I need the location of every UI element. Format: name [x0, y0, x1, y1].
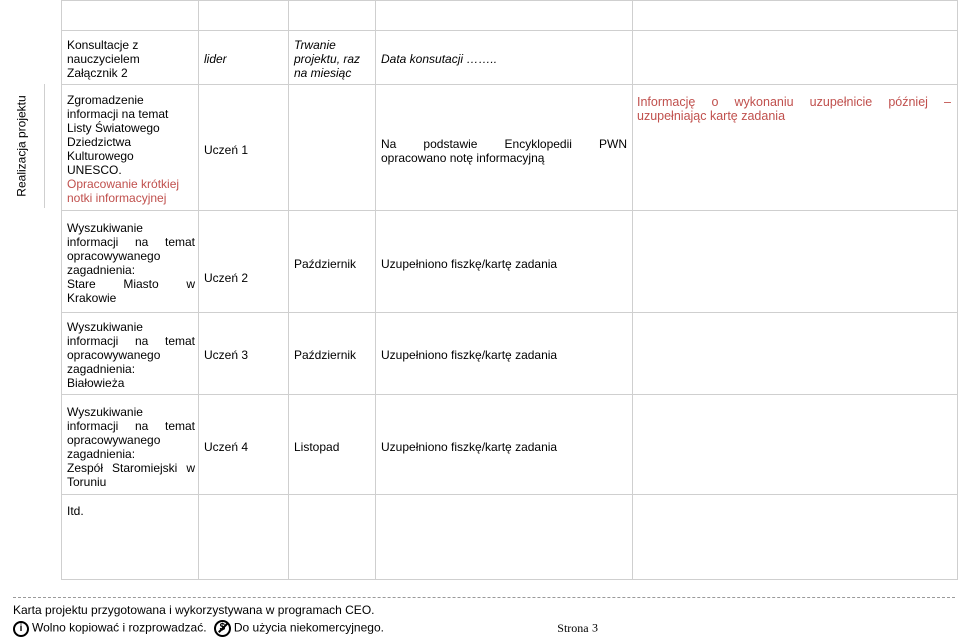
row3-who: Uczeń 3 — [204, 348, 249, 362]
row4-topic-highlight-line: Toruniu — [67, 475, 107, 489]
footer-license: i Wolno kopiować i rozprowadzać. $ Do użyc… — [13, 620, 598, 637]
row1-topic-line: UNESCO. — [67, 163, 122, 177]
header-topic: Konsultacje z nauczycielem Załącznik 2 — [67, 38, 195, 80]
grid-vline — [632, 0, 633, 580]
row1-topic-line: Dziedzictwa — [67, 135, 132, 149]
row1-topic-extra-line: notki informacyjnej — [67, 191, 167, 205]
header-topic-line: nauczycielem — [67, 52, 140, 66]
row3-topic-line: zagadnienia: — [67, 362, 136, 376]
grid-vline — [198, 0, 199, 580]
row2-topic-line: opracowywanego — [67, 249, 161, 263]
grid-hline — [61, 0, 958, 1]
row3-topic-line: Wyszukiwanie — [67, 320, 143, 334]
row4-topic-line: informacji na temat — [67, 419, 195, 433]
row1-topic-line: Kulturowego — [67, 149, 134, 163]
header-duration: Trwanie projektu, raz na miesiąc — [294, 38, 374, 80]
row2-who: Uczeń 2 — [204, 271, 249, 285]
license-noncommercial-text: Do użycia niekomercyjnego. — [233, 620, 384, 635]
grid-vline — [61, 0, 62, 580]
row2-month: Październik — [294, 257, 357, 271]
noncommercial-icon: $ — [213, 620, 231, 637]
footer-divider — [13, 597, 955, 598]
grid-hline — [61, 579, 958, 580]
license-copy-text: Wolno kopiować i rozprowadzać. — [32, 620, 207, 635]
row3-topic-highlight-line: Białowieża — [67, 376, 125, 390]
side-label: Realizacja projektu — [15, 95, 30, 197]
grid-hline — [61, 210, 958, 211]
footer-line1: Karta projektu przygotowana i wykorzysty… — [13, 603, 375, 617]
header-result: Data konsutacji …….. — [381, 52, 498, 66]
header-topic-line: Załącznik 2 — [67, 66, 128, 80]
etc-label: Itd. — [67, 504, 84, 518]
grid-hline — [61, 30, 958, 31]
grid-hline — [61, 494, 958, 495]
row1-result-word: Na — [381, 137, 397, 151]
header-topic-line: Konsultacje z — [67, 38, 139, 52]
side-label-cell: Realizacja projektu — [0, 85, 44, 207]
row1-who: Uczeń 1 — [204, 143, 249, 157]
row3-month: Październik — [294, 348, 357, 362]
row1-result-line2: opracowano notę informacyjną — [381, 151, 545, 165]
row1-result-word: Encyklopedii — [504, 137, 572, 151]
row1-result: Na podstawie Encyklopedii PWN opracowano… — [381, 137, 627, 165]
row1-note-line2: uzupełniając kartę zadania — [637, 109, 786, 123]
row1-topic-line: informacji na temat — [67, 107, 169, 121]
grid-vline — [44, 84, 45, 208]
row3-result: Uzupełniono fiszkę/kartę zadania — [381, 348, 558, 362]
row4-topic-line: zagadnienia: — [67, 447, 136, 461]
row3-topic-line: opracowywanego — [67, 348, 161, 362]
row2-topic-highlight-line: Krakowie — [67, 291, 117, 305]
row1-result-line1: Na podstawie Encyklopedii PWN — [381, 137, 627, 151]
row4-who: Uczeń 4 — [204, 440, 249, 454]
row1-topic-line: Listy Światowego — [67, 121, 160, 135]
row1-notes: Informację o wykonaniu uzupełnicie późni… — [637, 95, 951, 123]
row4-topic-line: Wyszukiwanie — [67, 405, 143, 419]
header-who: lider — [204, 52, 227, 66]
row2-topic-line: informacji na temat — [67, 235, 195, 249]
row2-topic-line: zagadnienia: — [67, 263, 136, 277]
grid-hline — [61, 312, 958, 313]
header-duration-line: projektu, raz — [294, 52, 361, 66]
row2-topic-highlight-line: Stare Miasto w — [67, 277, 195, 291]
grid-hline — [61, 84, 958, 85]
row3-topic-line: informacji na temat — [67, 334, 195, 348]
page-number: 3 — [591, 620, 598, 635]
row4-month: Listopad — [294, 440, 340, 454]
row2-topic-line: Wyszukiwanie — [67, 221, 143, 235]
row3-topic: Wyszukiwanie informacji na temat opracow… — [67, 320, 195, 390]
row1-result-word: PWN — [599, 137, 627, 151]
grid-vline — [957, 0, 958, 580]
row1-note-line1: Informację o wykonaniu uzupełnicie późni… — [637, 95, 951, 109]
attribution-icon: i — [13, 620, 29, 637]
grid-hline — [61, 394, 958, 395]
row1-topic-line: Zgromadzenie — [67, 93, 144, 107]
grid-vline — [288, 0, 289, 580]
header-duration-line: na miesiąc — [294, 66, 352, 80]
row1-topic: Zgromadzenie informacji na temat Listy Ś… — [67, 93, 195, 205]
row2-topic: Wyszukiwanie informacji na temat opracow… — [67, 221, 195, 305]
row1-topic-extra-line: Opracowanie krótkiej — [67, 177, 180, 191]
row2-result: Uzupełniono fiszkę/kartę zadania — [381, 257, 558, 271]
row4-topic-highlight-line: Zespół Staromiejski w — [67, 461, 195, 475]
row4-topic: Wyszukiwanie informacji na temat opracow… — [67, 405, 195, 489]
grid-vline — [375, 0, 376, 580]
header-duration-line: Trwanie — [294, 38, 336, 52]
row4-topic-line: opracowywanego — [67, 433, 161, 447]
row1-result-word: podstawie — [423, 137, 478, 151]
row4-result: Uzupełniono fiszkę/kartę zadania — [381, 440, 558, 454]
page-label: Strona — [557, 620, 589, 635]
